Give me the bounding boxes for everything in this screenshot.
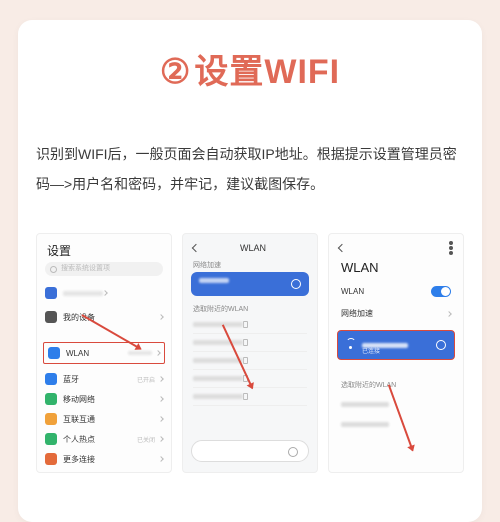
hotspot-label: 个人热点: [63, 434, 137, 445]
settings-row-hotspot[interactable]: 个人热点 已关闭: [45, 430, 163, 448]
tutorial-card: ②设置WIFI 识别到WIFI后，一般页面会自动获取IP地址。根据提示设置管理员…: [18, 20, 482, 522]
wlan-label: WLAN: [341, 287, 364, 296]
lock-icon: [243, 321, 248, 328]
step-title: 设置WIFI: [194, 44, 340, 93]
nearby-list: [341, 394, 451, 434]
step-description: 识别到WIFI后，一般页面会自动获取IP地址。根据提示设置管理员密码—>用户名和…: [36, 139, 464, 199]
password-input[interactable]: [191, 440, 309, 462]
wifi-item[interactable]: [193, 352, 307, 370]
settings-row-connect[interactable]: 互联互通: [45, 410, 163, 428]
title-row: ②设置WIFI: [36, 44, 464, 93]
mobile-icon: [45, 393, 57, 405]
chevron-right-icon: [158, 376, 164, 382]
wlan-title: WLAN: [341, 260, 379, 275]
screenshots-row: 设置 搜索系统设置项 我的设备 WLAN 蓝牙: [36, 233, 464, 473]
more-label: 更多连接: [63, 454, 159, 465]
device-label: 我的设备: [63, 312, 159, 323]
section-nearby: 选取附近的WLAN: [193, 304, 248, 314]
lock-icon: [243, 393, 248, 400]
bt-sub: 已开启: [137, 375, 155, 384]
connect-label: 互联互通: [63, 414, 159, 425]
screenshot-settings: 设置 搜索系统设置项 我的设备 WLAN 蓝牙: [36, 233, 172, 473]
nearby-list: [193, 316, 307, 406]
accel-label: 网络加速: [341, 308, 373, 319]
bluetooth-icon: [45, 373, 57, 385]
wlan-title: WLAN: [199, 243, 307, 253]
hotspot-sub: 已关闭: [137, 435, 155, 444]
search-input[interactable]: 搜索系统设置项: [45, 262, 163, 276]
accel-card[interactable]: [191, 272, 309, 296]
lock-icon: [243, 357, 248, 364]
bt-label: 蓝牙: [63, 374, 137, 385]
section-accel: 网络加速: [193, 260, 221, 270]
settings-title: 设置: [47, 242, 71, 259]
wifi-item[interactable]: [193, 388, 307, 406]
screenshot-wlan-list: WLAN 网络加速 选取附近的WLAN: [182, 233, 318, 473]
wifi-item[interactable]: [193, 316, 307, 334]
connected-sub: 已连接: [362, 346, 380, 355]
device-icon: [45, 311, 57, 323]
info-icon: [291, 279, 301, 289]
chevron-right-icon: [158, 314, 164, 320]
connect-icon: [45, 413, 57, 425]
lock-icon: [243, 339, 248, 346]
wifi-icon: [48, 347, 60, 359]
chevron-right-icon: [446, 311, 452, 317]
hotspot-icon: [45, 433, 57, 445]
wlan-toggle[interactable]: [431, 286, 451, 297]
chevron-right-icon: [155, 350, 161, 356]
more-icon: [45, 453, 57, 465]
settings-row-bluetooth[interactable]: 蓝牙 已开启: [45, 370, 163, 388]
chevron-right-icon: [102, 290, 108, 296]
connected-network[interactable]: 已连接: [337, 330, 455, 360]
wlan-label: WLAN: [66, 349, 128, 358]
chevron-right-icon: [158, 456, 164, 462]
info-icon[interactable]: [436, 340, 446, 350]
more-icon[interactable]: [449, 246, 453, 250]
settings-row-device[interactable]: 我的设备: [45, 308, 163, 326]
step-number: ②: [160, 52, 190, 92]
mobile-label: 移动网络: [63, 394, 159, 405]
settings-row-account[interactable]: [45, 284, 163, 302]
account-icon: [45, 287, 57, 299]
chevron-right-icon: [158, 416, 164, 422]
accel-row[interactable]: 网络加速: [341, 308, 451, 319]
chevron-right-icon: [158, 396, 164, 402]
wlan-topbar: WLAN: [183, 240, 317, 256]
settings-row-more[interactable]: 更多连接: [45, 450, 163, 468]
chevron-right-icon: [158, 436, 164, 442]
account-label: [63, 291, 103, 296]
wlan-topbar: [329, 240, 463, 256]
screenshot-wlan-connected: WLAN WLAN 网络加速 已连接 选取附近的WLAN: [328, 233, 464, 473]
settings-row-wlan[interactable]: WLAN: [43, 342, 165, 364]
wlan-sub: [128, 351, 152, 355]
settings-row-mobile[interactable]: 移动网络: [45, 390, 163, 408]
back-icon[interactable]: [338, 244, 346, 252]
wifi-icon: [346, 341, 356, 349]
wifi-item[interactable]: [341, 414, 451, 434]
wlan-toggle-row[interactable]: WLAN: [341, 286, 451, 297]
wifi-item[interactable]: [193, 334, 307, 352]
